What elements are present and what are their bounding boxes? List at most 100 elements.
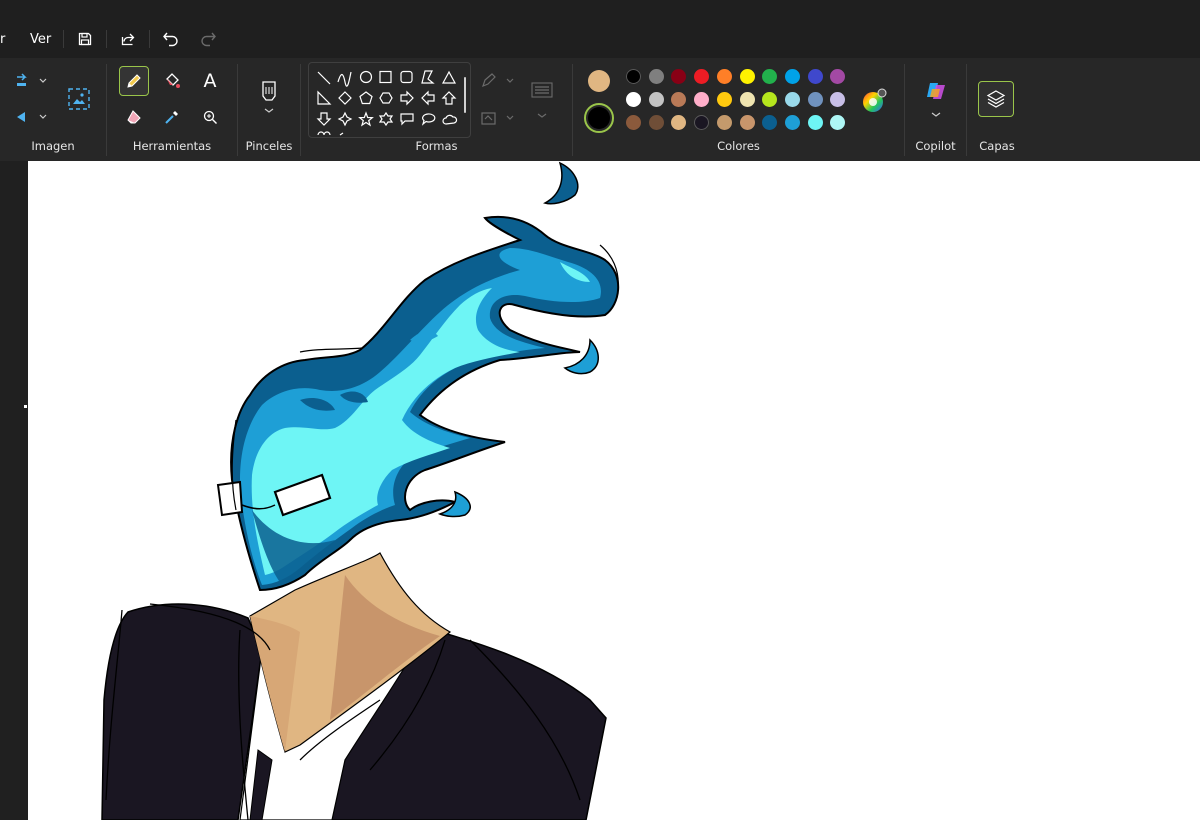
palette-swatch[interactable] — [648, 115, 664, 130]
artwork — [101, 161, 620, 820]
menu-view[interactable]: Ver — [30, 32, 51, 47]
shape-curve — [337, 71, 352, 87]
palette-swatch[interactable] — [762, 92, 778, 107]
palette-swatch[interactable] — [762, 115, 778, 130]
fill-tool-button[interactable] — [157, 66, 187, 96]
palette-swatch[interactable] — [626, 115, 641, 130]
brushes-button[interactable] — [254, 76, 284, 120]
shapes-gallery[interactable] — [308, 62, 471, 138]
palette-swatch[interactable] — [739, 92, 755, 107]
image-group-label: Imagen — [31, 139, 75, 153]
palette-swatch[interactable] — [807, 92, 823, 107]
palette-swatch[interactable] — [626, 92, 641, 107]
palette-swatch[interactable] — [830, 69, 846, 84]
shapes-group: Formas — [301, 58, 572, 161]
shape-up-arrow — [441, 91, 457, 105]
copilot-icon — [927, 83, 945, 117]
palette-swatch[interactable] — [807, 115, 823, 130]
shapes-scrollbar[interactable] — [464, 77, 466, 113]
edit-colors-button[interactable] — [861, 88, 887, 114]
color-picker-tool-button[interactable] — [157, 102, 187, 132]
left-rail — [0, 161, 28, 820]
shape-cloud-callout — [442, 114, 458, 125]
shapes-group-label: Formas — [415, 139, 458, 153]
menu-separator — [63, 30, 64, 48]
shape-four-point-star — [337, 111, 353, 127]
shape-polygon — [421, 70, 435, 84]
layers-group: Capas — [967, 58, 1027, 161]
palette-swatch[interactable] — [716, 92, 732, 107]
menu-separator — [149, 30, 150, 48]
shape-line — [317, 71, 331, 85]
shape-triangle — [441, 70, 457, 84]
fill-icon — [166, 73, 180, 88]
color2-selector[interactable] — [584, 103, 614, 133]
shape-oval — [359, 70, 373, 84]
text-icon: A — [203, 70, 217, 92]
tools-group: A Herramientas — [107, 58, 237, 161]
palette-swatch[interactable] — [807, 69, 823, 84]
palette-swatch[interactable] — [784, 69, 800, 84]
rotate-button[interactable] — [6, 66, 50, 96]
pencil-icon — [127, 74, 141, 88]
save-icon — [78, 32, 92, 46]
shape-right-arrow — [400, 90, 414, 106]
shape-oval-callout — [421, 113, 436, 126]
ribbon-toolbar: Imagen A Herramientas Pinceles Formas Co… — [0, 58, 1200, 161]
pencil-tool-button[interactable] — [119, 66, 149, 96]
palette-swatch[interactable] — [626, 69, 641, 84]
palette-swatch[interactable] — [694, 115, 710, 130]
flame-wisp-top — [543, 161, 579, 205]
eraser-tool-button[interactable] — [119, 102, 149, 132]
menu-partial[interactable]: r — [0, 32, 5, 47]
menu-separator — [106, 30, 107, 48]
glasses-frame — [216, 480, 244, 517]
copilot-group: Copilot — [905, 58, 966, 161]
brushes-group: Pinceles — [238, 58, 300, 161]
select-image-icon — [68, 88, 90, 110]
redo-button[interactable] — [195, 26, 221, 52]
copilot-button[interactable] — [921, 80, 951, 120]
layers-button[interactable] — [978, 81, 1014, 117]
palette-swatch[interactable] — [648, 69, 664, 84]
shape-fill-button[interactable] — [479, 103, 519, 133]
drawing-canvas[interactable] — [28, 161, 1200, 820]
palette-swatch[interactable] — [648, 92, 664, 107]
save-button[interactable] — [72, 26, 98, 52]
palette-swatch[interactable] — [671, 115, 687, 130]
flip-button[interactable] — [6, 102, 50, 132]
stroke-size-button[interactable] — [527, 78, 557, 122]
shape-rectangle — [379, 70, 392, 84]
palette-swatch[interactable] — [694, 92, 710, 107]
flip-icon — [17, 112, 47, 122]
palette-swatch[interactable] — [716, 115, 732, 130]
shape-diamond — [338, 91, 352, 105]
palette-swatch[interactable] — [830, 115, 846, 130]
undo-icon — [163, 32, 178, 47]
palette-swatch[interactable] — [671, 92, 687, 107]
shape-down-arrow — [316, 112, 332, 126]
undo-button[interactable] — [158, 26, 184, 52]
palette-swatch[interactable] — [739, 69, 755, 84]
redo-icon — [201, 32, 216, 47]
palette-swatch[interactable] — [671, 69, 687, 84]
shape-outline-button[interactable] — [479, 66, 519, 96]
text-tool-button[interactable]: A — [195, 66, 225, 96]
outline-icon — [482, 73, 514, 88]
color1-swatch[interactable] — [588, 70, 610, 92]
palette-swatch[interactable] — [762, 69, 778, 84]
palette-swatch[interactable] — [739, 115, 755, 130]
share-button[interactable] — [115, 26, 141, 52]
stroke-size-icon — [531, 82, 553, 118]
palette-swatch[interactable] — [716, 69, 732, 84]
magnifier-tool-button[interactable] — [195, 102, 225, 132]
palette-swatch[interactable] — [784, 92, 800, 107]
palette-swatch[interactable] — [830, 92, 846, 107]
palette-swatch[interactable] — [784, 115, 800, 130]
shape-pentagon — [359, 91, 373, 105]
select-image-button[interactable] — [64, 84, 94, 114]
palette-swatch[interactable] — [694, 69, 710, 84]
shape-right-triangle — [317, 90, 332, 105]
canvas-resize-handle[interactable] — [24, 405, 27, 408]
magnifier-icon — [203, 110, 217, 124]
